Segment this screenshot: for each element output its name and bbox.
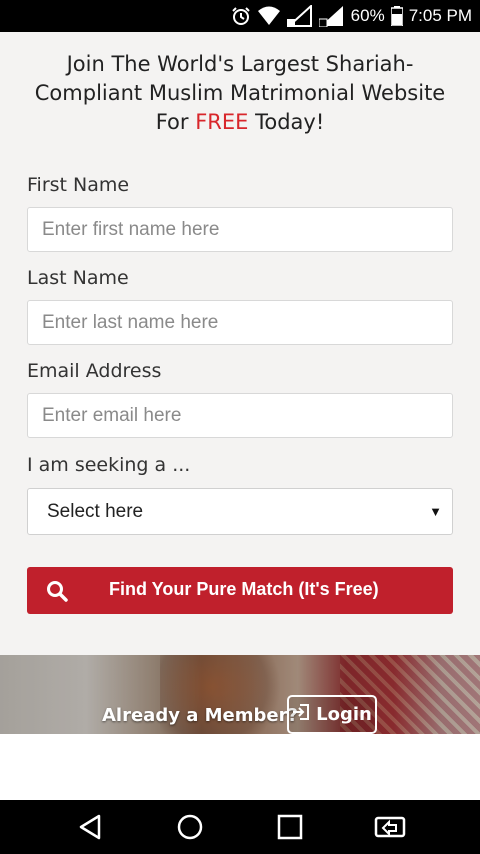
seeking-label: I am seeking a ... [27,454,191,476]
page-headline: Join The World's Largest Shariah-Complia… [20,50,460,137]
last-name-label: Last Name [27,267,129,289]
dropdown-caret-icon: ▼ [429,504,442,519]
find-match-button[interactable]: Find Your Pure Match (It's Free) [27,567,453,614]
seeking-select-value: Select here [47,500,144,522]
battery-icon [390,6,403,26]
signal-icon [318,5,345,27]
seeking-select[interactable]: Select here ▼ [27,488,453,535]
last-name-field[interactable] [27,300,453,345]
find-match-label: Find Your Pure Match (It's Free) [109,579,379,599]
member-banner: Already a Member? Login [0,655,480,734]
back-icon[interactable] [65,807,115,847]
first-name-field[interactable] [27,207,453,252]
email-field[interactable] [27,393,453,438]
recents-icon[interactable] [265,807,315,847]
login-button[interactable]: Login [287,695,377,734]
headline-today: Today! [248,110,325,134]
login-icon [292,703,310,726]
blank-area [0,734,480,800]
home-icon[interactable] [165,807,215,847]
already-member-text: Already a Member? [102,705,298,726]
battery-percent: 60% [350,6,385,25]
search-icon [46,580,68,607]
first-name-label: First Name [27,174,130,196]
login-label: Login [316,704,372,725]
status-time: 7:05 PM [408,6,472,25]
screen-mirror-icon[interactable] [365,807,415,847]
alarm-icon [231,6,251,26]
android-nav-bar [0,800,480,854]
status-bar: 60% 7:05 PM [0,0,480,32]
email-label: Email Address [27,360,162,382]
headline-free: FREE [195,110,249,134]
signup-form-area: Join The World's Largest Shariah-Complia… [0,32,480,655]
signal-icon [286,5,313,27]
wifi-icon [257,6,281,26]
